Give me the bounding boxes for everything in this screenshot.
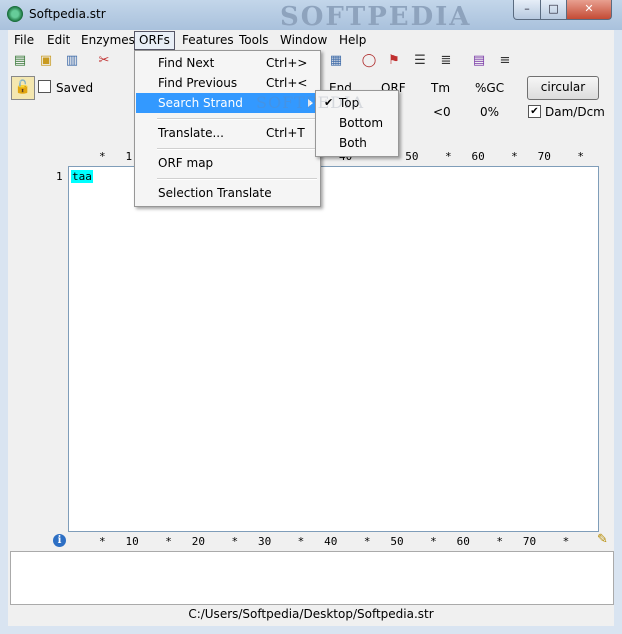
gc-header: %GC: [475, 81, 505, 95]
strand-item-label: Both: [339, 136, 367, 150]
sequence-text[interactable]: taa: [71, 170, 93, 183]
minimize-button[interactable]: –: [513, 0, 541, 20]
saved-label: Saved: [56, 81, 94, 95]
circle-map-icon[interactable]: ◯: [360, 52, 378, 70]
strand-item-both[interactable]: Both: [317, 133, 397, 153]
menu-item-translate[interactable]: Translate... Ctrl+T: [136, 123, 319, 143]
notes-pane[interactable]: [10, 551, 614, 605]
menu-edit[interactable]: Edit: [43, 32, 74, 49]
info-icon[interactable]: i: [53, 534, 66, 547]
menu-item-find-previous[interactable]: Find Previous Ctrl+<: [136, 73, 319, 93]
damdcm-label: Dam/Dcm: [545, 105, 605, 119]
menu-help[interactable]: Help: [335, 32, 370, 49]
menu-tools[interactable]: Tools: [235, 32, 273, 49]
text-icon[interactable]: ≣: [437, 52, 455, 70]
tm-value: <0: [433, 105, 451, 119]
menu-item-label: Find Previous: [158, 76, 238, 90]
menu-window[interactable]: Window: [276, 32, 331, 49]
line-number: 1: [56, 170, 63, 183]
status-file-path: C:/Users/Softpedia/Desktop/Softpedia.str: [188, 607, 434, 621]
gc-value: 0%: [480, 105, 500, 119]
strand-item-bottom[interactable]: Bottom: [317, 113, 397, 133]
menu-features[interactable]: Features: [178, 32, 238, 49]
menu-separator: [157, 178, 317, 180]
menu-watermark: SOFTPEDIA: [256, 93, 364, 112]
strand-item-label: Bottom: [339, 116, 384, 130]
tm-header: Tm: [431, 81, 451, 95]
bottom-ruler: * 10 * 20 * 30 * 40 * 50 * 60 * 70 *: [99, 535, 570, 548]
menu-item-label: Translate...: [158, 126, 224, 140]
menu-file[interactable]: File: [10, 32, 38, 49]
flag-icon[interactable]: ⚑: [385, 52, 403, 70]
menu-separator: [157, 148, 317, 150]
grid-icon[interactable]: ▦: [327, 52, 345, 70]
menu-item-shortcut: Ctrl+T: [266, 126, 305, 140]
orfs-menu: Find Next Ctrl+> Find Previous Ctrl+< Se…: [134, 50, 321, 207]
open-icon[interactable]: ▣: [37, 52, 55, 70]
window-title: Softpedia.str: [29, 7, 106, 21]
menu-separator: [157, 118, 317, 120]
menu-item-label: Selection Translate: [158, 186, 272, 200]
top-ruler-left: * 1: [99, 150, 133, 163]
menu-item-orf-map[interactable]: ORF map: [136, 153, 319, 173]
menu-item-shortcut: Ctrl+>: [266, 56, 308, 70]
bars-icon[interactable]: ▤: [470, 52, 488, 70]
save-icon[interactable]: ▥: [63, 52, 81, 70]
menu-item-selection-translate[interactable]: Selection Translate: [136, 183, 319, 203]
title-watermark: SOFTPEDIA: [280, 2, 472, 32]
menu-item-find-next[interactable]: Find Next Ctrl+>: [136, 53, 319, 73]
menu-item-label: Find Next: [158, 56, 215, 70]
close-button[interactable]: ✕: [566, 0, 612, 20]
lock-icon[interactable]: 🔓: [11, 76, 35, 100]
menu-item-shortcut: Ctrl+<: [266, 76, 308, 90]
list-icon[interactable]: ☰: [411, 52, 429, 70]
menubar: File Edit Enzymes ORFs Features Tools Wi…: [8, 30, 614, 50]
sequence-editor[interactable]: [68, 166, 599, 532]
saved-checkbox[interactable]: [38, 80, 51, 93]
new-icon[interactable]: ▤: [11, 52, 29, 70]
cut-icon[interactable]: ✂: [95, 52, 113, 70]
app-icon: [7, 6, 23, 22]
menu-orfs[interactable]: ORFs: [134, 31, 175, 50]
menu-enzymes[interactable]: Enzymes: [77, 32, 139, 49]
pencil-icon[interactable]: ✎: [597, 532, 608, 547]
menu-item-label: Search Strand: [158, 96, 243, 110]
lines-icon[interactable]: ≡: [496, 52, 514, 70]
maximize-button[interactable]: □: [540, 0, 567, 20]
damdcm-checkbox[interactable]: ✔: [528, 105, 541, 118]
circular-button[interactable]: circular: [527, 76, 599, 100]
menu-item-label: ORF map: [158, 156, 214, 170]
